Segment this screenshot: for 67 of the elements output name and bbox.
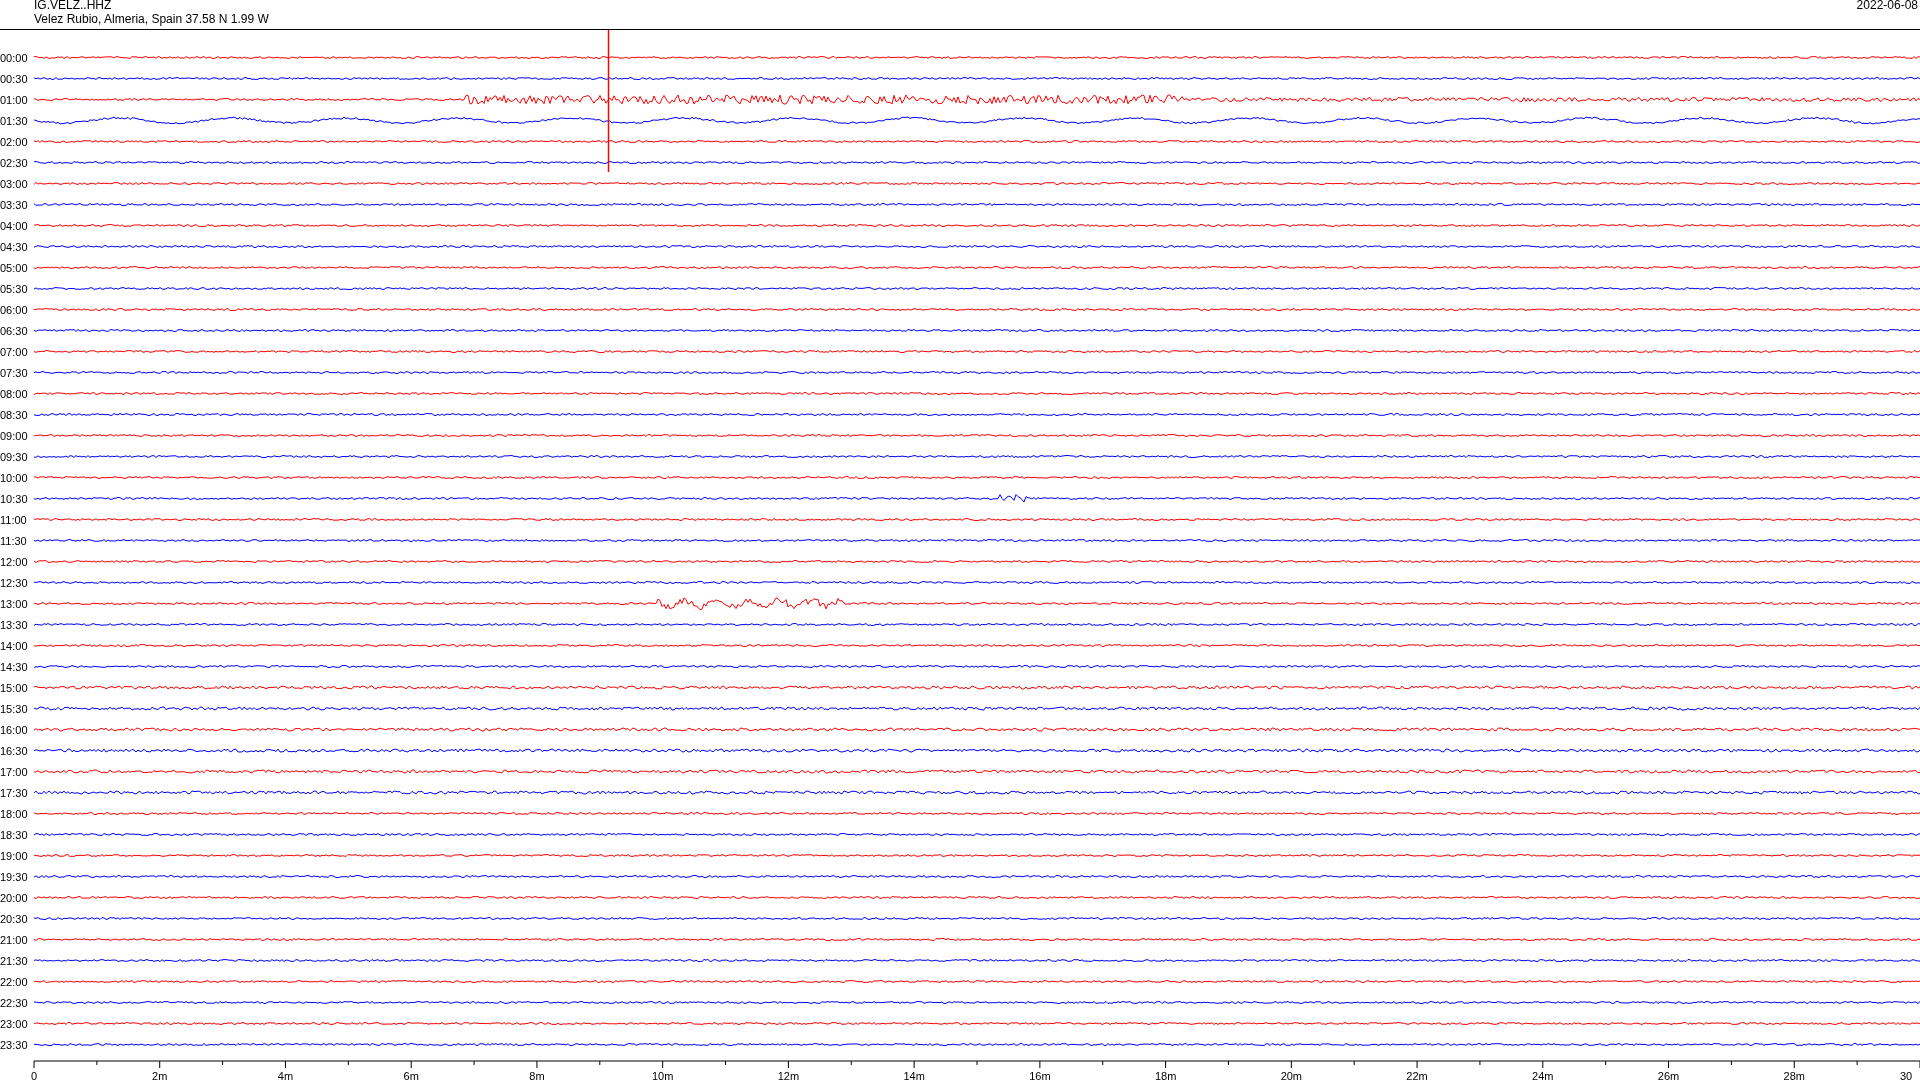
axis-label: 12m xyxy=(777,1070,800,1080)
time-label: 19:00 xyxy=(0,849,29,862)
time-label: 06:30 xyxy=(0,324,29,337)
time-label: 14:30 xyxy=(0,660,29,673)
time-label: 22:30 xyxy=(0,996,29,1009)
time-label: 16:00 xyxy=(0,723,29,736)
time-label: 02:30 xyxy=(0,156,29,169)
axis-label: 22m xyxy=(1406,1070,1428,1080)
time-label: 12:30 xyxy=(0,576,29,589)
time-label: 13:00 xyxy=(0,597,29,610)
time-label: 00:00 xyxy=(0,51,29,64)
time-label: 05:00 xyxy=(0,261,29,274)
time-label: 18:30 xyxy=(0,828,29,841)
time-label: 00:30 xyxy=(0,72,29,85)
axis-label: 2m xyxy=(152,1070,168,1080)
time-label: 05:30 xyxy=(0,282,29,295)
time-label: 02:00 xyxy=(0,135,29,148)
time-label: 10:30 xyxy=(0,492,29,505)
axis-label: 8m xyxy=(529,1070,545,1080)
time-label: 13:30 xyxy=(0,618,29,631)
axis-label: 28m xyxy=(1783,1070,1805,1080)
axis-label: 14m xyxy=(903,1070,925,1080)
time-label: 20:00 xyxy=(0,891,29,904)
time-label: 07:00 xyxy=(0,345,29,358)
time-label: 19:30 xyxy=(0,870,29,883)
time-label: 09:00 xyxy=(0,429,29,442)
time-label: 17:00 xyxy=(0,765,29,778)
time-label: 07:30 xyxy=(0,366,29,379)
time-label: 23:00 xyxy=(0,1017,29,1030)
time-label: 23:30 xyxy=(0,1038,29,1051)
time-label: 01:30 xyxy=(0,114,29,127)
time-label: 16:30 xyxy=(0,744,29,757)
time-label: 08:00 xyxy=(0,387,29,400)
axis-label: 6m xyxy=(403,1070,419,1080)
time-label: 01:00 xyxy=(0,93,29,106)
time-label: 06:00 xyxy=(0,303,29,316)
time-label: 12:00 xyxy=(0,555,29,568)
time-label: 03:00 xyxy=(0,177,29,190)
time-label: 09:30 xyxy=(0,450,29,463)
time-label: 20:30 xyxy=(0,912,29,925)
time-label: 21:00 xyxy=(0,933,29,946)
time-label: 14:00 xyxy=(0,639,29,652)
time-label: 18:00 xyxy=(0,807,29,820)
time-label: 17:30 xyxy=(0,786,29,799)
axis-label: 20m xyxy=(1280,1070,1303,1080)
time-label: 22:00 xyxy=(0,975,29,988)
time-label: 11:30 xyxy=(0,534,28,547)
station-location: Velez Rubio, Almeria, Spain 37.58 N 1.99 W xyxy=(34,12,269,26)
axis-label: 24m xyxy=(1532,1070,1554,1080)
axis-label: 26m xyxy=(1657,1070,1680,1080)
date-label: 2022-06-08 xyxy=(1856,0,1919,14)
axis-label: 18m xyxy=(1154,1070,1177,1080)
time-label: 10:00 xyxy=(0,471,29,484)
time-label: 03:30 xyxy=(0,198,29,211)
time-label: 15:00 xyxy=(0,681,29,694)
axis-label: 10m xyxy=(651,1070,674,1080)
axis-label: 30 xyxy=(1899,1070,1913,1080)
time-label: 21:30 xyxy=(0,954,29,967)
time-label: 04:30 xyxy=(0,240,29,253)
time-label: 04:00 xyxy=(0,219,29,232)
station-code: IG.VELZ..HHZ xyxy=(34,0,113,12)
axis-label: 4m xyxy=(277,1070,294,1080)
time-label: 08:30 xyxy=(0,408,29,421)
axis-label: 0 xyxy=(30,1070,38,1080)
axis-label: 16m xyxy=(1029,1070,1051,1080)
time-label: 11:00 xyxy=(0,513,28,526)
time-label: 15:30 xyxy=(0,702,29,715)
